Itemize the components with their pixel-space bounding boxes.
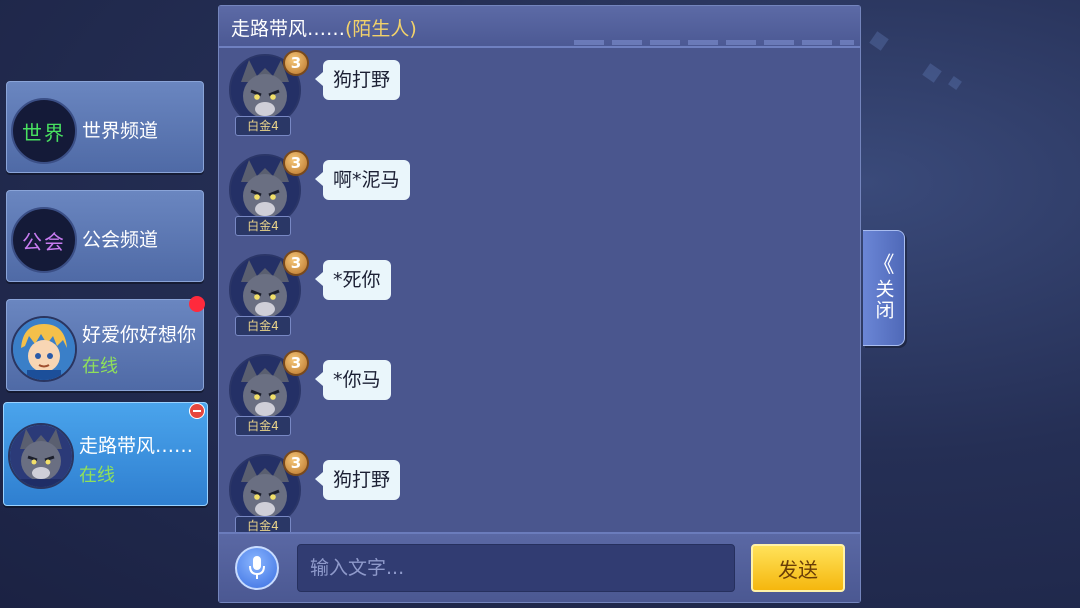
chat-title-name: 走路带风……	[231, 18, 346, 40]
guild-channel-icon: 公会	[11, 207, 77, 273]
microphone-icon	[249, 556, 265, 579]
message-row: 3 白金4 狗打野	[229, 50, 849, 140]
friend-name: 好爱你好想你	[82, 324, 197, 346]
double-chevron-left-icon: 《	[872, 253, 895, 278]
rank-badge-icon: 3	[283, 350, 309, 376]
channel-label: 世界频道	[82, 120, 159, 142]
guild-channel-icon-text: 公会	[22, 229, 66, 254]
remove-icon[interactable]	[189, 403, 205, 419]
microphone-button[interactable]	[235, 546, 279, 590]
message-bubble: 狗打野	[314, 60, 401, 100]
background-decoration	[922, 63, 942, 83]
rank-badge-icon: 3	[283, 250, 309, 276]
channel-label: 公会频道	[82, 229, 159, 251]
friend-status: 在线	[79, 465, 115, 486]
rank-label: 白金4	[235, 216, 291, 236]
message-row: 3 白金4 啊*泥马	[229, 150, 849, 240]
rank-badge-icon: 3	[283, 450, 309, 476]
message-row: 3 白金4 *你马	[229, 350, 849, 440]
friend-name: 走路带风……	[79, 435, 194, 457]
friend-status: 在线	[82, 356, 118, 377]
channel-world[interactable]: 世界 世界频道	[6, 81, 204, 173]
send-button[interactable]: 发送	[751, 544, 845, 592]
chat-panel: 走路带风……(陌生人) 3 白金4 狗打野 3 白金4 啊*泥马 3 白金4 *死你 3 白金4 *你…	[218, 5, 861, 603]
message-bubble: 啊*泥马	[315, 160, 410, 200]
message-input[interactable]	[297, 544, 735, 592]
background-decoration	[948, 76, 962, 90]
avatar	[11, 316, 77, 382]
chat-header: 走路带风……(陌生人)	[219, 6, 860, 48]
background-decoration	[869, 31, 889, 51]
world-channel-icon-text: 世界	[22, 120, 66, 145]
rank-label: 白金4	[235, 316, 291, 336]
close-tab-label: 关闭	[872, 279, 895, 321]
message-bubble: *死你	[315, 260, 391, 300]
chat-title-subtitle: (陌生人)	[345, 18, 417, 40]
rank-label: 白金4	[235, 416, 291, 436]
world-channel-icon: 世界	[11, 98, 77, 164]
close-tab-button[interactable]: 《 关闭	[863, 230, 905, 346]
message-bubble: *你马	[315, 360, 391, 400]
header-decoration	[574, 40, 854, 45]
message-row: 3 白金4 *死你	[229, 250, 849, 340]
chat-title: 走路带风……(陌生人)	[231, 14, 417, 41]
message-row: 3 白金4 狗打野	[229, 450, 849, 540]
chat-footer: 发送	[219, 532, 860, 602]
friend-item-active[interactable]: 走路带风…… 在线	[3, 402, 208, 506]
message-bubble: 狗打野	[314, 460, 401, 500]
unread-dot-icon	[189, 296, 205, 312]
friend-item[interactable]: 好爱你好想你 在线	[6, 296, 205, 391]
rank-badge-icon: 3	[283, 50, 309, 76]
rank-label: 白金4	[235, 116, 291, 136]
channel-guild[interactable]: 公会 公会频道	[6, 190, 204, 282]
avatar	[8, 423, 74, 489]
rank-badge-icon: 3	[283, 150, 309, 176]
